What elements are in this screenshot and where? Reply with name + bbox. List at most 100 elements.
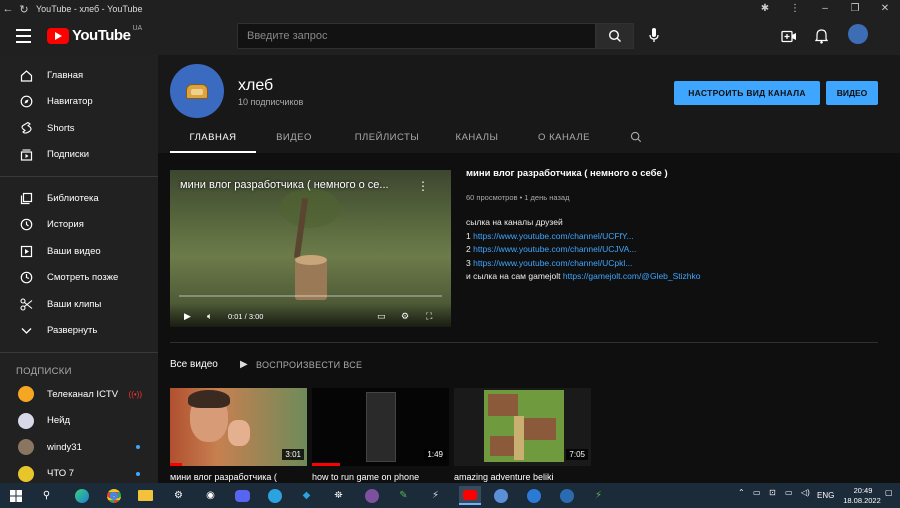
settings-gear-icon[interactable]: ⚙ <box>401 311 409 322</box>
fullscreen-icon[interactable]: ⛶ <box>426 311 432 322</box>
app-icon[interactable] <box>557 486 576 505</box>
sidebar-item-expand[interactable]: Развернуть <box>0 318 158 345</box>
browser-titlebar: ← ↻ YouTube - хлеб - YouTube ✱ ⋮ – ❐ ✕ <box>0 0 900 18</box>
app-icon[interactable]: ⚡ <box>589 486 608 505</box>
app-icon[interactable]: ✎ <box>394 486 413 505</box>
tree-foliage <box>280 188 340 228</box>
video-thumbnail[interactable]: 7:05 <box>454 388 591 466</box>
sidebar-item-label: История <box>47 219 84 231</box>
app-icon[interactable]: ⛯ <box>329 486 348 505</box>
sidebar-subscription-neid[interactable]: Нейд <box>0 408 158 435</box>
windows-start-icon[interactable] <box>6 486 25 505</box>
featured-video-player[interactable]: мини влог разработчика ( немного о се...… <box>170 170 451 327</box>
steam-icon[interactable]: ◉ <box>201 486 220 505</box>
back-icon[interactable]: ← <box>0 3 16 15</box>
sidebar-item-history[interactable]: История <box>0 212 158 239</box>
edge-icon[interactable] <box>72 486 91 505</box>
tab-playlists[interactable]: ПЛЕЙЛИСТЫ <box>342 123 432 153</box>
youtube-taskbar-icon[interactable] <box>459 486 481 505</box>
telegram-icon[interactable] <box>265 486 284 505</box>
customize-channel-button[interactable]: НАСТРОИТЬ ВИД КАНАЛА <box>674 81 820 105</box>
menu-icon[interactable] <box>16 29 31 47</box>
account-avatar[interactable] <box>848 24 868 44</box>
player-title[interactable]: мини влог разработчика ( немного о се... <box>180 179 389 191</box>
youtube-logo[interactable]: YouTube UA <box>47 25 142 44</box>
featured-video-title[interactable]: мини влог разработчика ( немного о себе … <box>466 168 886 179</box>
player-more-icon[interactable]: ⋮ <box>417 179 429 193</box>
gamejolt-icon[interactable]: ⚡ <box>426 486 445 505</box>
notifications-bell-icon[interactable] <box>812 27 830 45</box>
channel-avatar[interactable] <box>170 64 224 118</box>
sidebar-item-shorts[interactable]: Shorts <box>0 115 158 142</box>
mic-button[interactable] <box>645 26 663 44</box>
channel-avatar <box>18 412 34 429</box>
clock-date[interactable]: 18.08.2022 <box>840 496 884 505</box>
search-input[interactable]: Введите запрос <box>237 23 596 49</box>
sidebar-item-explore[interactable]: Навигатор <box>0 89 158 116</box>
extensions-icon[interactable]: ✱ <box>750 0 780 18</box>
logo-text: YouTube <box>72 27 131 44</box>
watch-progress-bar <box>312 463 340 466</box>
video-thumbnail[interactable]: 3:01 <box>170 388 307 466</box>
maximize-button[interactable]: ❐ <box>840 0 870 18</box>
clock-time[interactable]: 20:49 <box>846 486 880 495</box>
search-icon[interactable]: ⚲ <box>37 486 56 505</box>
sidebar-item-watch-later[interactable]: Смотреть позже <box>0 265 158 292</box>
video-title[interactable]: мини влог разработчика ( <box>170 472 310 482</box>
description-link[interactable]: https://www.youtube.com/channel/UCFfY... <box>473 231 633 241</box>
subscriptions-icon <box>18 147 34 163</box>
battery-icon[interactable]: ▭ <box>785 488 793 497</box>
search-icon <box>608 29 621 42</box>
tab-home[interactable]: ГЛАВНАЯ <box>170 123 256 153</box>
sidebar-subscription-ictv[interactable]: Телеканал ICTV ((•)) <box>0 381 158 408</box>
app-icon[interactable] <box>491 486 510 505</box>
app-icon[interactable]: ◆ <box>297 486 316 505</box>
viber-icon[interactable] <box>362 486 381 505</box>
sidebar-item-label: ЧТО 7 <box>47 468 75 480</box>
sidebar-item-clips[interactable]: Ваши клипы <box>0 291 158 318</box>
file-explorer-icon[interactable] <box>136 486 155 505</box>
sidebar-item-home[interactable]: Главная <box>0 62 158 89</box>
tab-about[interactable]: О КАНАЛЕ <box>524 123 604 153</box>
manage-videos-button[interactable]: ВИДЕО <box>826 81 878 105</box>
description-link[interactable]: https://www.youtube.com/channel/UCJVA... <box>473 244 636 254</box>
window-title: YouTube - хлеб - YouTube <box>36 4 143 14</box>
description-link[interactable]: https://gamejolt.com/@Gleb_Stizhko <box>563 271 701 281</box>
tab-channels[interactable]: КАНАЛЫ <box>442 123 512 153</box>
volume-icon[interactable]: ◁) <box>801 488 810 497</box>
volume-icon[interactable]: 🔈︎ <box>207 311 212 322</box>
sidebar-item-subscriptions[interactable]: Подписки <box>0 142 158 169</box>
description-link[interactable]: https://www.youtube.com/channel/UCpkl... <box>473 258 632 268</box>
channel-search-button[interactable] <box>616 123 656 153</box>
video-title[interactable]: how to run game on phone <box>312 472 452 482</box>
tray-app-icon[interactable]: ⊡ <box>769 488 776 497</box>
sidebar-subscription-chto7[interactable]: ЧТО 7 <box>0 461 158 484</box>
close-button[interactable]: ✕ <box>870 0 900 18</box>
notifications-icon[interactable]: ▢ <box>885 488 893 497</box>
player-progress-bar[interactable] <box>179 295 442 297</box>
discord-icon[interactable] <box>233 486 252 505</box>
create-video-icon[interactable] <box>780 27 798 45</box>
tray-chevron-icon[interactable]: ⌃ <box>738 488 745 497</box>
sidebar-item-your-videos[interactable]: Ваши видео <box>0 238 158 265</box>
reload-icon[interactable]: ↻ <box>16 3 32 16</box>
featured-video-info: мини влог разработчика ( немного о себе … <box>466 168 886 285</box>
subtitles-icon[interactable]: ▭ <box>377 311 386 322</box>
video-thumbnail[interactable]: 1:49 <box>312 388 449 466</box>
search-button[interactable] <box>596 23 634 49</box>
tab-videos[interactable]: ВИДЕО <box>258 123 330 153</box>
video-title[interactable]: amazing adventure beliki <box>454 472 594 482</box>
all-videos-heading[interactable]: Все видео <box>170 359 218 370</box>
minimize-button[interactable]: – <box>810 0 840 18</box>
chrome-icon[interactable] <box>104 486 123 505</box>
language-indicator[interactable]: ENG <box>817 491 834 500</box>
sidebar-subscription-windy31[interactable]: windy31 <box>0 434 158 461</box>
app-icon[interactable] <box>524 486 543 505</box>
tray-app-icon[interactable]: ▭ <box>753 488 761 497</box>
play-icon: ▶ <box>240 359 248 370</box>
play-all-button[interactable]: ▶ ВОСПРОИЗВЕСТИ ВСЕ <box>240 359 362 370</box>
play-icon[interactable]: ▶ <box>184 311 191 322</box>
sidebar-item-library[interactable]: Библиотека <box>0 185 158 212</box>
settings-gear-icon[interactable]: ⚙ <box>169 486 188 505</box>
more-icon[interactable]: ⋮ <box>780 0 810 18</box>
